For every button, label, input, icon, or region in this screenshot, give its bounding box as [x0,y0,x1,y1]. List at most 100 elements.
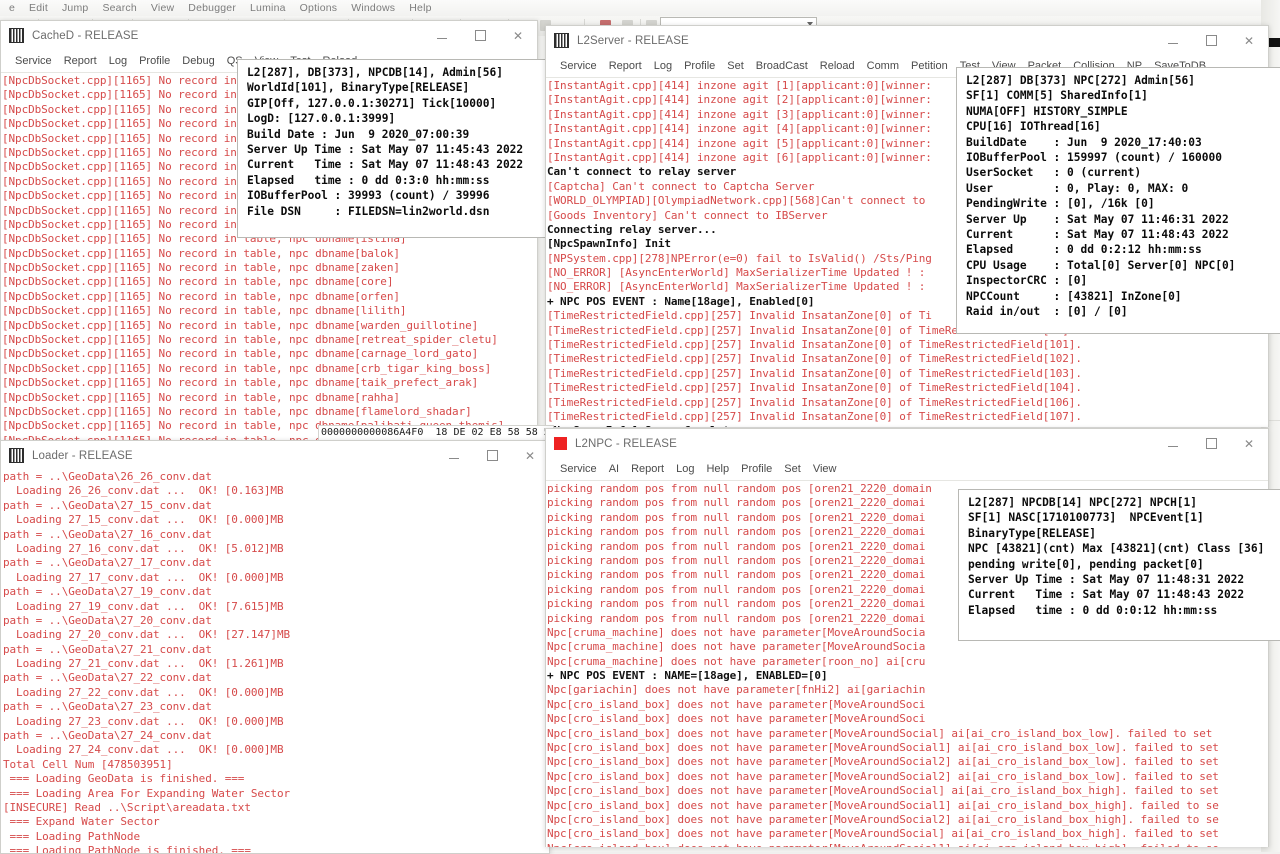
loader-log-line: path = ..\GeoData\27_19_conv.dat [3,585,212,599]
l2server-info-line: Elapsed : 0 dd 0:2:12 hh:mm:ss [966,243,1202,257]
close-button[interactable]: ✕ [499,21,537,50]
l2server-menu-log[interactable]: Log [648,60,678,72]
maximize-button[interactable] [473,441,511,470]
l2npc-info-line: Elapsed time : 0 dd 0:0:12 hh:mm:ss [968,603,1218,617]
close-button[interactable]: ✕ [1230,26,1268,55]
loader-log-line: path = ..\GeoData\27_15_conv.dat [3,498,212,512]
l2npc-log-line: Npc[cro_island_box] does not have parame… [547,769,1219,783]
l2npc-log-line: Npc[cro_island_box] does not have parame… [547,827,1219,841]
loader-window-buttons[interactable]: ✕ [435,441,549,470]
ida-menu-lumina[interactable]: Lumina [243,2,293,14]
l2server-menu-reload[interactable]: Reload [814,60,861,72]
l2npc-menu-report[interactable]: Report [625,463,670,475]
l2server-info-line: NPCCount : [43821] InZone[0] [966,289,1182,303]
ida-menu-jump[interactable]: Jump [55,2,95,14]
l2npc-info-line: Server Up Time : Sat May 07 11:48:31 202… [968,573,1245,587]
window-l2npc[interactable]: L2NPC - RELEASE ✕ Service AI Report Log Help… [545,428,1280,847]
loader-log-line: Loading 27_23_conv.dat ... OK! [0.000]MB [3,714,284,728]
l2npc-titlebar[interactable]: L2NPC - RELEASE ✕ [546,429,1268,458]
loader-log-line: === Loading PathNode [3,829,141,843]
minimize-button[interactable] [423,21,461,50]
loader-log-line: path = ..\GeoData\27_21_conv.dat [3,642,212,656]
l2npc-menu-service[interactable]: Service [554,463,603,475]
loader-log-line: Loading 27_16_conv.dat ... OK! [5.012]MB [3,541,284,555]
l2server-info-line: InspectorCRC : [0] [966,274,1088,288]
l2server-menu-service[interactable]: Service [554,60,603,72]
cached-menu-log[interactable]: Log [103,55,133,67]
ida-menu-view[interactable]: View [144,2,181,14]
loader-log-output[interactable]: path = ..\GeoData\26_26_conv.dat Loading… [1,470,549,853]
l2server-menu-petition[interactable]: Petition [905,60,954,72]
window-l2server[interactable]: L2Server - RELEASE ✕ Service Report Log Pro… [545,25,1280,427]
loader-log-line: Total Cell Num [478503951] [3,757,173,771]
l2server-info-line: Raid in/out : [0] / [0] [966,305,1128,319]
loader-log-line: path = ..\GeoData\27_23_conv.dat [3,700,212,714]
ida-menu-windows[interactable]: Windows [344,2,402,14]
l2npc-log-line: Npc[cro_island_box] does not have parame… [547,842,1268,847]
ida-menu-options[interactable]: Options [293,2,345,14]
ida-menu-debugger[interactable]: Debugger [181,2,243,14]
loader-log-line: path = ..\GeoData\27_20_conv.dat [3,613,212,627]
loader-log-line: Loading 27_19_conv.dat ... OK! [7.615]MB [3,599,284,613]
l2npc-log-line: Npc[cruma_machine] does not have paramet… [547,640,926,654]
l2npc-menu-set[interactable]: Set [778,463,807,475]
l2server-menu-profile[interactable]: Profile [678,60,721,72]
cached-log-line: [NpcDbSocket.cpp][1165] No record in tab… [2,390,400,404]
cached-window-buttons[interactable]: ✕ [423,21,537,50]
l2npc-menubar[interactable]: Service AI Report Log Help Profile Set View [546,458,1268,481]
cached-menu-service[interactable]: Service [9,55,58,67]
minimize-button[interactable] [1154,26,1192,55]
cached-log-line: [NpcDbSocket.cpp][1165] No record in tab… [2,404,472,418]
loader-log-line: Loading 26_26_conv.dat ... OK! [0.163]MB [3,484,284,498]
ida-menubar[interactable]: e Edit Jump Search View Debugger Lumina Options… [0,0,1280,16]
minimize-button[interactable] [435,441,473,470]
loader-log-line: Loading 27_21_conv.dat ... OK! [1.261]MB [3,657,284,671]
ida-menu-search[interactable]: Search [95,2,143,14]
l2npc-menu-ai[interactable]: AI [603,463,625,475]
loader-log-line: path = ..\GeoData\27_17_conv.dat [3,556,212,570]
l2npc-log-line: Npc[cro_island_box] does not have parame… [547,784,1219,798]
loader-log-line: === Loading Area For Expanding Water Sec… [3,786,291,800]
loader-log-line: path = ..\GeoData\27_16_conv.dat [3,527,212,541]
cached-menu-profile[interactable]: Profile [133,55,176,67]
ida-menu-help[interactable]: Help [402,2,438,14]
l2server-info-line: IOBufferPool : 159997 (count) / 160000 [966,151,1222,165]
maximize-button[interactable] [1192,429,1230,458]
l2server-info-line: User : 0, Play: 0, MAX: 0 [966,181,1189,195]
cached-menu-debug[interactable]: Debug [176,55,220,67]
loader-log-line: path = ..\GeoData\27_24_conv.dat [3,729,212,743]
l2npc-log-line: Npc[cro_island_box] does not have parame… [547,812,1219,826]
window-loader[interactable]: Loader - RELEASE ✕ path = ..\GeoData\26_… [0,440,550,854]
l2npc-menu-profile[interactable]: Profile [735,463,778,475]
l2server-titlebar[interactable]: L2Server - RELEASE ✕ [546,26,1268,55]
l2server-info-line: Current : Sat May 07 11:48:43 2022 [966,228,1229,242]
l2npc-window-buttons[interactable]: ✕ [1154,429,1268,458]
close-button[interactable]: ✕ [1230,429,1268,458]
l2server-status-info: L2[287] DB[373] NPC[272] Admin[56] SF[1] … [956,67,1280,334]
minimize-button[interactable] [1154,429,1192,458]
l2server-info-line: UserSocket : 0 (current) [966,166,1142,180]
close-button[interactable]: ✕ [511,441,549,470]
loader-titlebar[interactable]: Loader - RELEASE ✕ [1,441,549,470]
l2npc-menu-help[interactable]: Help [700,463,735,475]
cached-info-line: WorldId[101], BinaryType[RELEASE] [247,81,470,95]
l2npc-menu-log[interactable]: Log [670,463,700,475]
cached-titlebar[interactable]: CacheD - RELEASE ✕ [1,21,537,50]
l2server-menu-broadcast[interactable]: BroadCast [750,60,814,72]
l2server-menu-comm[interactable]: Comm [861,60,905,72]
l2server-menu-report[interactable]: Report [603,60,648,72]
ida-menu-edit[interactable]: Edit [22,2,55,14]
maximize-button[interactable] [1192,26,1230,55]
ida-menu-e[interactable]: e [2,2,22,14]
l2server-info-line: PendingWrite : [0], /16k [0] [966,197,1155,211]
window-cached[interactable]: CacheD - RELEASE ✕ Service Report Log Profi… [0,20,549,443]
cached-info-line: GIP[Off, 127.0.0.1:30271] Tick[10000] [247,96,497,110]
cached-menu-report[interactable]: Report [58,55,103,67]
l2server-window-buttons[interactable]: ✕ [1154,26,1268,55]
maximize-button[interactable] [461,21,499,50]
l2server-menu-set[interactable]: Set [721,60,750,72]
l2npc-menu-view[interactable]: View [807,463,843,475]
cached-log-line: [NpcDbSocket.cpp][1165] No record in tab… [2,246,400,260]
red-square-icon [554,437,567,450]
l2server-title: L2Server - RELEASE [577,34,689,47]
